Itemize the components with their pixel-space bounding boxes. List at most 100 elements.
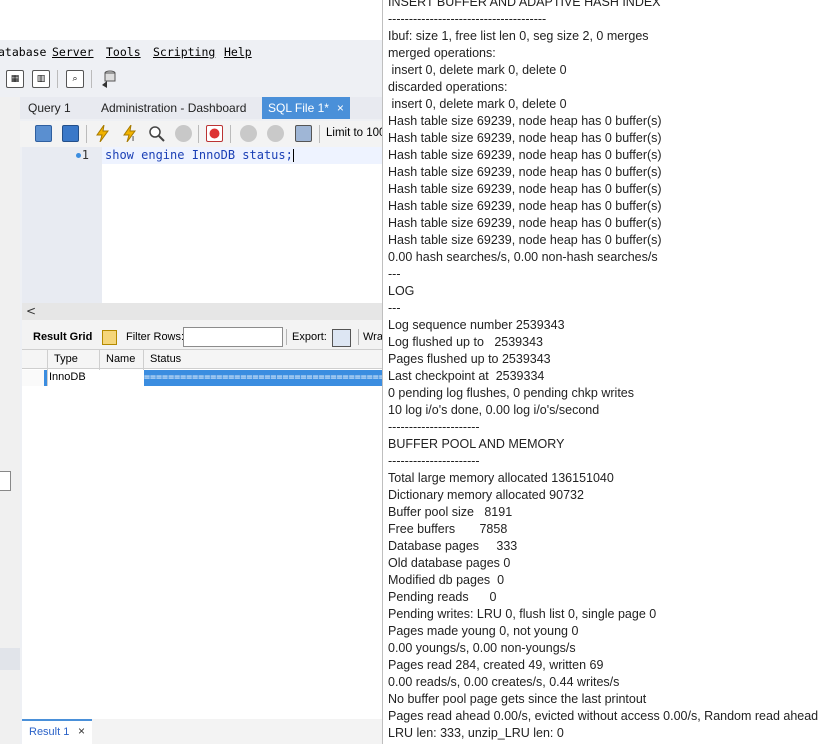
execute-lightning-icon[interactable] <box>94 124 111 143</box>
menu-tools[interactable]: Tools <box>106 45 141 59</box>
close-icon[interactable]: × <box>78 724 85 738</box>
output-line: Last checkpoint at 2539334 <box>388 369 545 383</box>
toolbar-separator <box>286 329 287 345</box>
output-line: Hash table size 69239, node heap has 0 b… <box>388 148 662 162</box>
column-header-name[interactable]: Name <box>106 353 135 365</box>
title-area <box>0 0 383 40</box>
output-line: --- <box>388 267 401 281</box>
editor-tabs: Query 1 Administration - Dashboard SQL F… <box>20 97 383 119</box>
output-line: Hash table size 69239, node heap has 0 b… <box>388 131 662 145</box>
output-line: 0 pending log flushes, 0 pending chkp wr… <box>388 386 634 400</box>
output-line: Pages read ahead 0.00/s, evicted without… <box>388 709 819 723</box>
column-divider <box>99 350 100 370</box>
sidebar-input[interactable] <box>0 471 11 491</box>
wrap-cell-label[interactable]: Wra <box>363 331 383 343</box>
cell-status[interactable]: ======================================== <box>144 370 383 386</box>
grid-header: Type Name Status <box>22 349 383 370</box>
limit-rows-select[interactable]: Limit to 100 <box>326 127 383 139</box>
toolbar-separator <box>358 329 359 345</box>
editor-horizontal-scrollbar[interactable]: < <box>22 303 383 320</box>
menu-server[interactable]: Server <box>52 45 94 59</box>
menu-database[interactable]: atabase <box>0 45 46 59</box>
output-line: Pending writes: LRU 0, flush list 0, sin… <box>388 607 657 621</box>
output-line: Log flushed up to 2539343 <box>388 335 543 349</box>
filter-rows-input[interactable] <box>183 327 283 347</box>
execute-current-icon[interactable]: I <box>121 124 138 143</box>
column-divider <box>143 350 144 370</box>
result-grid[interactable]: Type Name Status InnoDB ================… <box>22 349 383 719</box>
output-line: Pages made young 0, not young 0 <box>388 624 579 638</box>
inspector-icon[interactable]: ⌕ <box>66 70 84 88</box>
cell-type[interactable]: InnoDB <box>49 371 86 383</box>
menu-bar: atabase Server Tools Scripting Help <box>0 43 383 61</box>
commit-check-icon[interactable] <box>240 125 257 142</box>
main-toolbar: ▦ ▥ ⌕ <box>0 64 383 94</box>
result-toolbar: Result Grid Filter Rows: Export: Wra <box>22 325 383 349</box>
output-line: 0.00 reads/s, 0.00 creates/s, 0.44 write… <box>388 675 620 689</box>
tab-administration-dashboard[interactable]: Administration - Dashboard <box>101 97 261 119</box>
line-number: 1 <box>81 148 89 162</box>
column-header-status[interactable]: Status <box>150 353 181 365</box>
output-line: Hash table size 69239, node heap has 0 b… <box>388 233 662 247</box>
menu-help[interactable]: Help <box>224 45 252 59</box>
output-line: Pending reads 0 <box>388 590 497 604</box>
output-line: 0.00 youngs/s, 0.00 non-youngs/s <box>388 641 576 655</box>
svg-text:I: I <box>132 135 134 142</box>
toggle-error-icon[interactable] <box>206 125 223 142</box>
menu-scripting[interactable]: Scripting <box>153 45 215 59</box>
output-line: Hash table size 69239, node heap has 0 b… <box>388 199 662 213</box>
output-line: ---------------------- <box>388 420 480 434</box>
output-line: 10 log i/o's done, 0.00 log i/o's/second <box>388 403 600 417</box>
close-icon[interactable]: × <box>337 101 344 115</box>
output-line: LRU len: 333, unzip_LRU len: 0 <box>388 726 564 740</box>
tab-result-1[interactable]: Result 1 × <box>22 719 92 744</box>
output-line: Log sequence number 2539343 <box>388 318 565 332</box>
new-schema-icon[interactable]: ▦ <box>6 70 24 88</box>
new-table-icon[interactable]: ▥ <box>32 70 50 88</box>
tab-label: SQL File 1* <box>268 101 329 115</box>
scroll-left-icon[interactable]: < <box>26 303 36 320</box>
output-line: Hash table size 69239, node heap has 0 b… <box>388 165 662 179</box>
toolbar-separator <box>91 70 92 88</box>
output-line: Buffer pool size 8191 <box>388 505 513 519</box>
output-line: Hash table size 69239, node heap has 0 b… <box>388 182 662 196</box>
output-line: No buffer pool page gets since the last … <box>388 692 647 706</box>
sql-statement: show engine InnoDB status; <box>105 148 293 162</box>
sql-editor[interactable]: 1 show engine InnoDB status; <box>22 147 383 303</box>
result-grid-button[interactable]: Result Grid <box>33 331 92 343</box>
output-line: BUFFER POOL AND MEMORY <box>388 437 565 451</box>
reconnect-icon[interactable] <box>100 69 118 89</box>
output-line: Pages flushed up to 2539343 <box>388 352 551 366</box>
column-header-type[interactable]: Type <box>54 353 78 365</box>
output-line: Hash table size 69239, node heap has 0 b… <box>388 114 662 128</box>
sidebar-strip <box>0 97 20 744</box>
rollback-icon[interactable] <box>267 125 284 142</box>
statement-marker-icon <box>76 153 81 158</box>
save-icon[interactable] <box>62 125 79 142</box>
sql-code-line[interactable]: show engine InnoDB status; <box>105 148 294 162</box>
tab-label: Query 1 <box>28 101 71 115</box>
output-line: 0.00 hash searches/s, 0.00 non-hash sear… <box>388 250 658 264</box>
output-line: Modified db pages 0 <box>388 573 505 587</box>
stop-hand-icon[interactable] <box>175 125 192 142</box>
grid-view-icon[interactable] <box>102 330 117 345</box>
output-line: insert 0, delete mark 0, delete 0 <box>388 97 567 111</box>
open-folder-icon[interactable] <box>35 125 52 142</box>
output-line: Pages read 284, created 49, written 69 <box>388 658 604 672</box>
filter-rows-label: Filter Rows: <box>126 331 185 343</box>
tab-query-1[interactable]: Query 1 <box>28 97 88 119</box>
toolbar-separator <box>86 125 87 143</box>
autocommit-toggle-icon[interactable] <box>295 125 312 142</box>
output-line: merged operations: <box>388 46 496 60</box>
export-icon[interactable] <box>332 329 351 347</box>
tab-sql-file-1[interactable]: SQL File 1* × <box>262 97 350 119</box>
toolbar-separator <box>319 125 320 143</box>
export-label: Export: <box>292 331 327 343</box>
output-line: Dictionary memory allocated 90732 <box>388 488 584 502</box>
explain-magnifier-icon[interactable] <box>148 125 165 142</box>
table-row[interactable]: InnoDB =================================… <box>22 370 383 386</box>
output-line: Hash table size 69239, node heap has 0 b… <box>388 216 662 230</box>
output-line: Database pages 333 <box>388 539 518 553</box>
window-divider <box>382 0 383 744</box>
output-line: insert 0, delete mark 0, delete 0 <box>388 63 567 77</box>
